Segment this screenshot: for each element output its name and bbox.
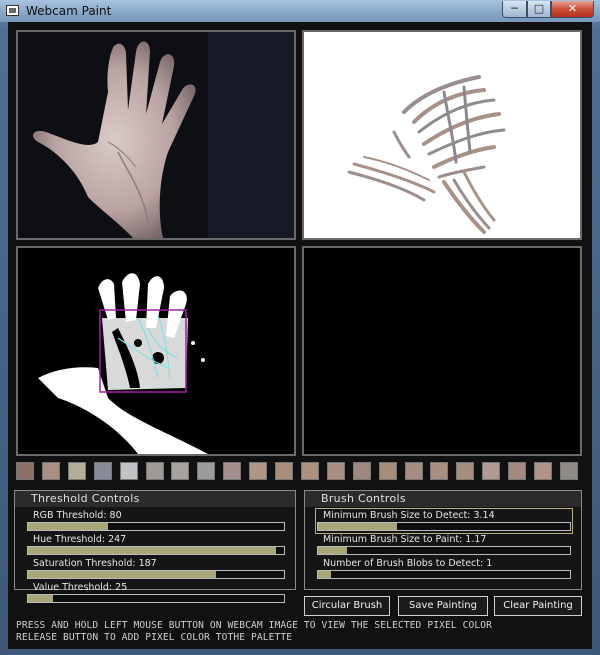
slider-fill: [318, 571, 331, 578]
slider-fill: [28, 523, 109, 530]
palette-swatch[interactable]: [120, 462, 138, 480]
painting-canvas[interactable]: [302, 30, 582, 240]
save-painting-button[interactable]: Save Painting: [398, 596, 488, 616]
palette-swatch[interactable]: [482, 462, 500, 480]
palette-swatch[interactable]: [456, 462, 474, 480]
brush-preview: [302, 246, 582, 456]
slider-label: Hue Threshold: 247: [33, 534, 127, 545]
slider-control[interactable]: RGB Threshold: 80: [27, 510, 285, 532]
webcam-image[interactable]: [18, 32, 294, 238]
slider-fill: [28, 595, 54, 602]
color-palette: [16, 462, 586, 484]
app-icon: [6, 5, 19, 16]
slider-track[interactable]: [27, 522, 285, 531]
slider-label: Saturation Threshold: 187: [33, 558, 157, 569]
client-area: Threshold Controls RGB Threshold: 80 Hue …: [8, 22, 592, 649]
slider-control[interactable]: Minimum Brush Size to Paint: 1.17: [317, 534, 571, 556]
minimize-button[interactable]: ─: [502, 1, 527, 18]
mask-image: [18, 248, 294, 454]
palette-swatch[interactable]: [94, 462, 112, 480]
slider-fill: [28, 571, 216, 578]
threshold-controls-panel: Threshold Controls RGB Threshold: 80 Hue …: [14, 490, 296, 603]
slider-track[interactable]: [27, 570, 285, 579]
palette-swatch[interactable]: [68, 462, 86, 480]
slider-fill: [28, 547, 276, 554]
window-title: Webcam Paint: [26, 4, 112, 18]
slider-label: Minimum Brush Size to Detect: 3.14: [323, 510, 495, 521]
slider-control[interactable]: Number of Brush Blobs to Detect: 1: [317, 558, 571, 580]
instruction-line-1: PRESS AND HOLD LEFT MOUSE BUTTON ON WEBC…: [16, 620, 492, 631]
window-controls: ─ □ ✕: [502, 1, 594, 19]
palette-swatch[interactable]: [534, 462, 552, 480]
brush-controls-panel: Brush Controls Minimum Brush Size to Det…: [304, 490, 582, 590]
palette-swatch[interactable]: [249, 462, 267, 480]
slider-control[interactable]: Hue Threshold: 247: [27, 534, 285, 556]
slider-track[interactable]: [27, 546, 285, 555]
painting-strokes: [304, 32, 580, 238]
palette-swatch[interactable]: [508, 462, 526, 480]
palette-swatch[interactable]: [405, 462, 423, 480]
webcam-view[interactable]: [16, 30, 296, 240]
clear-painting-button[interactable]: Clear Painting: [494, 596, 582, 616]
palette-swatch[interactable]: [197, 462, 215, 480]
slider-track[interactable]: [27, 594, 285, 603]
app-window: Webcam Paint ─ □ ✕ Threshold Controls RG…: [0, 0, 600, 655]
palette-swatch[interactable]: [353, 462, 371, 480]
instruction-line-2: RELEASE BUTTON TO ADD PIXEL COLOR TOTHE …: [16, 632, 293, 643]
palette-swatch[interactable]: [379, 462, 397, 480]
palette-swatch[interactable]: [301, 462, 319, 480]
slider-control[interactable]: Minimum Brush Size to Detect: 3.14: [315, 508, 573, 534]
threshold-controls-title: Threshold Controls: [15, 491, 295, 507]
palette-swatch[interactable]: [42, 462, 60, 480]
slider-fill: [318, 523, 398, 530]
slider-track[interactable]: [317, 522, 571, 531]
palette-swatch[interactable]: [327, 462, 345, 480]
close-button[interactable]: ✕: [551, 1, 594, 18]
title-bar[interactable]: Webcam Paint ─ □ ✕: [0, 0, 600, 22]
threshold-mask-view: [16, 246, 296, 456]
palette-swatch[interactable]: [275, 462, 293, 480]
palette-swatch[interactable]: [146, 462, 164, 480]
slider-fill: [318, 547, 348, 554]
slider-track[interactable]: [317, 546, 571, 555]
palette-swatch[interactable]: [16, 462, 34, 480]
palette-swatch[interactable]: [223, 462, 241, 480]
slider-label: Value Threshold: 25: [33, 582, 128, 593]
maximize-button[interactable]: □: [527, 1, 551, 18]
palette-swatch[interactable]: [560, 462, 578, 480]
brush-controls-title: Brush Controls: [305, 491, 581, 507]
palette-swatch[interactable]: [171, 462, 189, 480]
slider-label: Number of Brush Blobs to Detect: 1: [323, 558, 493, 569]
instructions: PRESS AND HOLD LEFT MOUSE BUTTON ON WEBC…: [16, 620, 596, 644]
slider-track[interactable]: [317, 570, 571, 579]
slider-label: RGB Threshold: 80: [33, 510, 122, 521]
slider-control[interactable]: Saturation Threshold: 187: [27, 558, 285, 580]
circular-brush-button[interactable]: Circular Brush: [304, 596, 390, 616]
slider-label: Minimum Brush Size to Paint: 1.17: [323, 534, 487, 545]
slider-control[interactable]: Value Threshold: 25: [27, 582, 285, 604]
palette-swatch[interactable]: [430, 462, 448, 480]
